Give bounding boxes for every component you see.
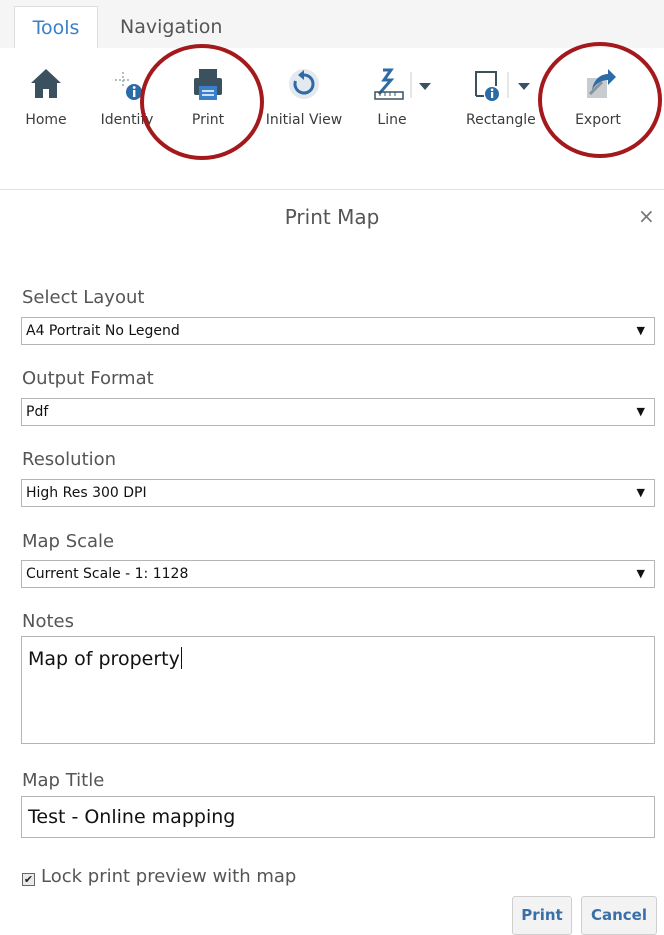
- dropdown-arrow-icon: ▼: [636, 324, 645, 337]
- rectangle-button[interactable]: Rectangle: [466, 64, 546, 128]
- rectangle-info-icon: [475, 71, 530, 101]
- notes-value: Map of property: [28, 648, 180, 670]
- lock-preview-checkbox-row[interactable]: ✔ Lock print preview with map: [22, 866, 296, 887]
- line-label: Line: [377, 112, 407, 128]
- initial-view-label: Initial View: [265, 112, 343, 128]
- home-button[interactable]: Home: [20, 64, 72, 128]
- panel-title: Print Map: [284, 205, 380, 229]
- map-title-input[interactable]: Test - Online mapping: [21, 796, 655, 838]
- notes-textarea[interactable]: Map of property: [21, 636, 655, 744]
- select-layout-value: A4 Portrait No Legend: [26, 323, 180, 339]
- export-highlight-circle: [538, 42, 662, 158]
- map-title-label: Map Title: [22, 770, 105, 791]
- resolution-label: Resolution: [22, 449, 117, 470]
- cancel-button[interactable]: Cancel: [581, 896, 657, 935]
- dropdown-arrow-icon: ▼: [636, 567, 645, 580]
- print-submit-button[interactable]: Print: [512, 896, 572, 935]
- dropdown-arrow-icon: ▼: [636, 405, 645, 418]
- lock-preview-label: Lock print preview with map: [41, 866, 297, 887]
- home-label: Home: [25, 112, 67, 128]
- home-icon: [31, 69, 61, 98]
- rectangle-label: Rectangle: [466, 112, 536, 128]
- chevron-down-icon: [419, 83, 431, 90]
- select-layout-dropdown[interactable]: A4 Portrait No Legend ▼: [21, 317, 655, 345]
- output-format-dropdown[interactable]: Pdf ▼: [21, 398, 655, 426]
- refresh-icon: [289, 69, 319, 99]
- dropdown-arrow-icon: ▼: [636, 486, 645, 499]
- output-format-label: Output Format: [22, 368, 154, 389]
- tab-tools[interactable]: Tools: [14, 6, 98, 48]
- text-cursor: [180, 647, 182, 669]
- map-title-value: Test - Online mapping: [28, 806, 236, 828]
- close-icon[interactable]: ×: [638, 204, 655, 228]
- map-scale-label: Map Scale: [22, 531, 115, 552]
- resolution-value: High Res 300 DPI: [26, 485, 147, 501]
- map-scale-value: Current Scale - 1: 1128: [26, 566, 189, 582]
- measure-line-icon: [374, 68, 431, 100]
- select-layout-label: Select Layout: [22, 287, 145, 308]
- lock-preview-checkbox[interactable]: ✔: [22, 873, 35, 886]
- line-measure-button[interactable]: Line: [364, 64, 454, 128]
- chevron-down-icon: [518, 83, 530, 90]
- resolution-dropdown[interactable]: High Res 300 DPI ▼: [21, 479, 655, 507]
- tab-navigation[interactable]: Navigation: [104, 6, 238, 48]
- output-format-value: Pdf: [26, 404, 49, 420]
- divider: [0, 189, 664, 190]
- initial-view-button[interactable]: Initial View: [262, 64, 346, 128]
- notes-label: Notes: [22, 611, 74, 632]
- map-scale-dropdown[interactable]: Current Scale - 1: 1128 ▼: [21, 560, 655, 588]
- ribbon-tab-bar: Tools Navigation: [0, 0, 664, 48]
- print-highlight-circle: [140, 44, 264, 160]
